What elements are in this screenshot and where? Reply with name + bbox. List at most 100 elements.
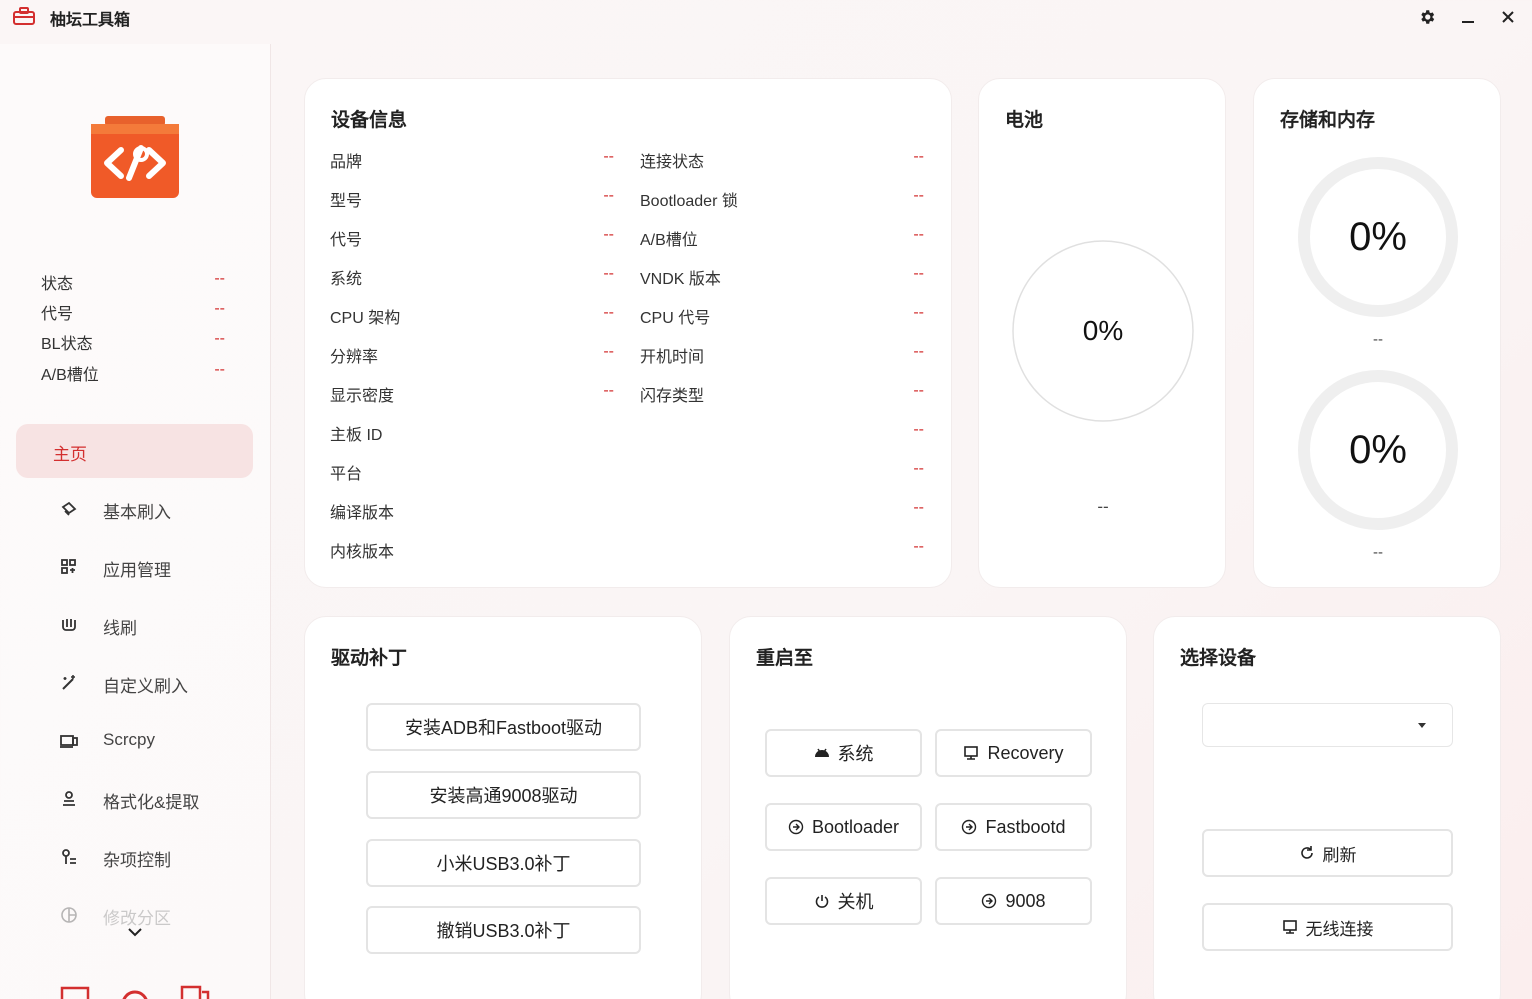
screen-mirror-icon (60, 735, 78, 748)
install-qualcomm-9008-button[interactable]: 安装高通9008驱动 (366, 771, 641, 819)
misc-icon (62, 849, 76, 864)
bootloader-lock-label: Bootloader 锁 (640, 193, 738, 210)
reboot-recovery-button[interactable]: Recovery (935, 729, 1092, 777)
caret-down-icon (1418, 723, 1426, 728)
platform-label: 平台 (330, 466, 363, 483)
sidebar-slot-row: A/B槽位 -- (41, 361, 229, 384)
reboot-system-button[interactable]: 系统 (765, 729, 922, 777)
sidebar-item-label: 主页 (53, 445, 87, 464)
uptime-row: 开机时间 -- (640, 343, 924, 366)
device-info-title: 设备信息 (331, 110, 408, 131)
uptime-label: 开机时间 (640, 349, 705, 366)
codename-label: 代号 (330, 232, 363, 249)
sidebar-item-partition[interactable]: 修改分区 (56, 900, 256, 930)
reboot-recovery-label: Recovery (987, 742, 1064, 763)
sidebar-item-scrcpy[interactable]: Scrcpy (56, 726, 256, 756)
revert-usb3-patch-button[interactable]: 撤销USB3.0补丁 (366, 906, 641, 954)
sidebar-item-label: Scrcpy (103, 730, 155, 749)
chevron-down-icon[interactable] (126, 926, 144, 938)
sidebar-item-label: 自定义刷入 (103, 677, 188, 696)
sidebar-item-label: 线刷 (103, 619, 137, 638)
memory-percent: 0% (1349, 427, 1407, 472)
github-icon[interactable] (120, 984, 150, 999)
bottom-links (60, 984, 220, 999)
density-row: 显示密度 -- (330, 382, 614, 405)
refresh-label: 刷新 (1322, 845, 1357, 865)
xiaomi-usb3-patch-button[interactable]: 小米USB3.0补丁 (366, 839, 641, 887)
power-off-button[interactable]: 关机 (765, 877, 922, 925)
vndk-row: VNDK 版本 -- (640, 265, 924, 288)
codename-value: -- (603, 226, 614, 243)
sidebar-item-line-flash[interactable]: 线刷 (56, 610, 256, 640)
sidebar-item-label: 应用管理 (103, 561, 171, 580)
resolution-value: -- (603, 343, 614, 360)
cpu-code-row: CPU 代号 -- (640, 304, 924, 327)
gear-icon (1421, 10, 1435, 24)
storage-detail: -- (1373, 331, 1383, 348)
vndk-label: VNDK 版本 (640, 271, 721, 288)
flash-icon (61, 501, 77, 516)
model-value: -- (603, 187, 614, 204)
device-info-card: 设备信息 品牌 -- 型号 -- 代号 -- 系统 -- CPU 架构 -- 分辨率 -- … (304, 78, 952, 588)
sidebar-item-misc[interactable]: 杂项控制 (56, 842, 256, 872)
cpu-arch-label: CPU 架构 (330, 310, 401, 327)
battery-title: 电池 (1005, 110, 1044, 131)
minimize-button[interactable] (1457, 6, 1479, 28)
reboot-fastbootd-button[interactable]: Fastbootd (935, 803, 1092, 851)
app-logo (91, 116, 179, 198)
refresh-button[interactable]: 刷新 (1202, 829, 1453, 877)
terminal-icon[interactable] (60, 984, 90, 999)
wireless-connect-button[interactable]: 无线连接 (1202, 903, 1453, 951)
status-value: -- (214, 270, 225, 287)
battery-percent: 0% (1082, 315, 1124, 346)
board-id-value: -- (913, 421, 924, 438)
sidebar-item-format[interactable]: 格式化&提取 (56, 784, 256, 814)
system-label: 系统 (330, 271, 363, 288)
storage-card: 存储和内存 0% -- 0% -- (1253, 78, 1501, 588)
install-adb-fastboot-button[interactable]: 安装ADB和Fastboot驱动 (366, 703, 641, 751)
bootloader-lock-row: Bootloader 锁 -- (640, 187, 924, 210)
memory-detail: -- (1373, 544, 1383, 561)
storage-gauge: 0% (1296, 155, 1460, 319)
status-label: 状态 (41, 276, 74, 293)
power-icon (815, 895, 828, 908)
reboot-icon (962, 819, 977, 835)
codename-label: 代号 (41, 306, 74, 323)
minimize-icon (1462, 21, 1474, 23)
sidebar-item-basic-flash[interactable]: 基本刷入 (56, 494, 256, 524)
resolution-row: 分辨率 -- (330, 343, 614, 366)
settings-button[interactable] (1416, 6, 1438, 28)
driver-card: 驱动补丁 安装ADB和Fastboot驱动 安装高通9008驱动 小米USB3.… (304, 616, 702, 999)
sidebar-item-label: 基本刷入 (103, 503, 171, 522)
bl-status-label: BL状态 (41, 336, 93, 353)
kernel-version-value: -- (913, 538, 924, 555)
reboot-icon (788, 819, 804, 835)
system-row: 系统 -- (330, 265, 614, 288)
flash-type-label: 闪存类型 (640, 388, 705, 405)
close-button[interactable] (1497, 6, 1519, 28)
battery-detail: -- (1097, 497, 1109, 516)
sidebar-item-app-manage[interactable]: 应用管理 (56, 552, 256, 582)
reboot-bootloader-button[interactable]: Bootloader (765, 803, 922, 851)
bl-status-value: -- (214, 330, 225, 347)
board-id-row: 主板 ID -- (330, 421, 924, 444)
sidebar-item-custom-flash[interactable]: 自定义刷入 (56, 668, 256, 698)
brand-row: 品牌 -- (330, 148, 614, 171)
close-icon (1502, 11, 1514, 23)
reboot-fastbootd-label: Fastbootd (985, 816, 1066, 837)
kernel-version-label: 内核版本 (330, 544, 395, 561)
kernel-version-row: 内核版本 -- (330, 538, 924, 561)
slot-label: A/B槽位 (41, 367, 99, 384)
device-select[interactable] (1202, 703, 1453, 747)
reboot-9008-button[interactable]: 9008 (935, 877, 1092, 925)
density-label: 显示密度 (330, 388, 395, 405)
reboot-icon (982, 893, 997, 909)
apps-icon (61, 559, 76, 574)
window-icon[interactable] (180, 984, 210, 999)
partition-icon (61, 907, 77, 923)
board-id-label: 主板 ID (330, 427, 383, 444)
connection-row: 连接状态 -- (640, 148, 924, 171)
sidebar-item-home[interactable]: 主页 (16, 424, 253, 478)
storage-title: 存储和内存 (1280, 110, 1376, 131)
platform-row: 平台 -- (330, 460, 924, 483)
